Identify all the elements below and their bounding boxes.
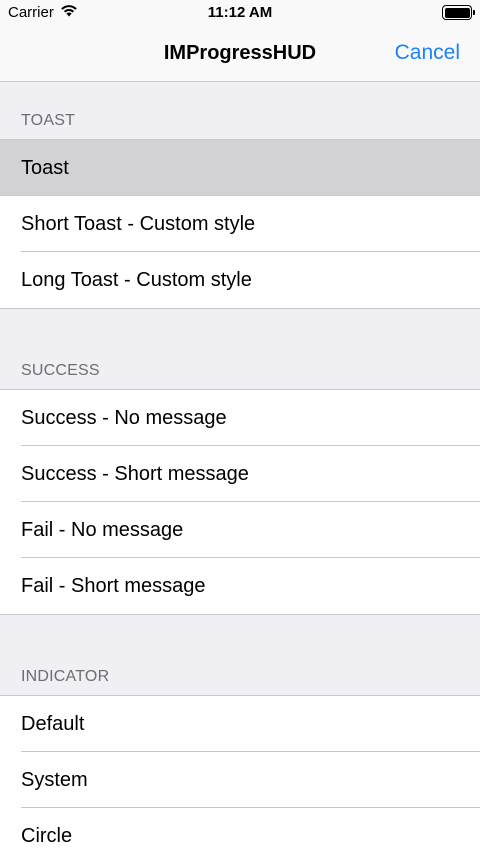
section-header-toast: TOAST [0, 83, 480, 139]
list-item-fail-no-message[interactable]: Fail - No message [0, 501, 480, 558]
table-view[interactable]: TOAST Toast Short Toast - Custom style L… [0, 83, 480, 854]
section-header-indicator: INDICATOR [0, 615, 480, 695]
list-item-system[interactable]: System [0, 751, 480, 808]
list-item-fail-short-message[interactable]: Fail - Short message [0, 557, 480, 614]
list-item-short-toast-custom[interactable]: Short Toast - Custom style [0, 195, 480, 252]
cancel-button[interactable]: Cancel [395, 41, 460, 65]
list-item-toast[interactable]: Toast [0, 140, 480, 196]
list-item-circle[interactable]: Circle [0, 807, 480, 854]
list-item-success-no-message[interactable]: Success - No message [0, 390, 480, 446]
section-title: INDICATOR [21, 668, 110, 685]
section-title: SUCCESS [21, 362, 100, 379]
section-success: Success - No message Success - Short mes… [0, 389, 480, 615]
list-item-success-short-message[interactable]: Success - Short message [0, 445, 480, 502]
list-item-default[interactable]: Default [0, 696, 480, 752]
section-toast: Toast Short Toast - Custom style Long To… [0, 139, 480, 309]
section-title: TOAST [21, 112, 76, 129]
status-bar: Carrier 11:12 AM [0, 0, 480, 26]
battery-icon [442, 5, 475, 20]
section-indicator: Default System Circle [0, 695, 480, 854]
navigation-bar: IMProgressHUD Cancel [0, 26, 480, 82]
list-item-long-toast-custom[interactable]: Long Toast - Custom style [0, 251, 480, 308]
section-header-success: SUCCESS [0, 309, 480, 389]
status-time: 11:12 AM [207, 4, 273, 21]
